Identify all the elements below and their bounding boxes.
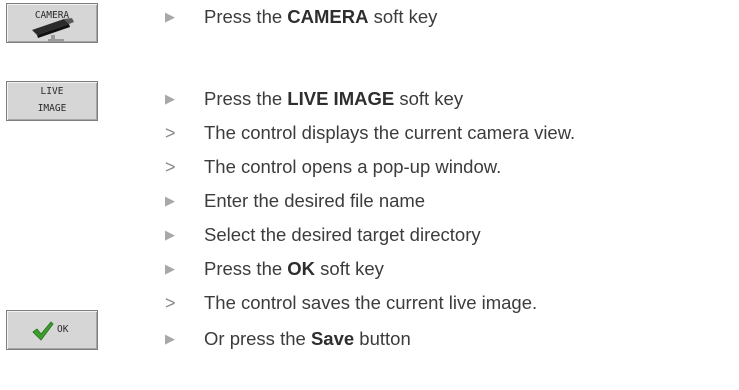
step-text-before: Or press the [204,328,311,349]
step-text-after: soft key [368,6,438,27]
result-marker-icon: > [165,123,176,143]
live-image-softkey-label-line2: IMAGE [37,103,67,114]
camera-softkey[interactable]: CAMERA [6,3,98,43]
live-image-softkey[interactable]: LIVE IMAGE [6,81,98,121]
step-keyword: Save [310,328,355,349]
step-text: Press the LIVE IMAGE soft key [204,84,463,114]
step-text-after: soft key [315,258,384,279]
action-arrow-icon: ▶ [165,331,175,346]
live-image-softkey-label-line1: LIVE [40,86,64,97]
step-text-after: button [354,328,411,349]
step-text-before: Press the [204,88,288,109]
step-keyword: CAMERA [287,6,369,27]
step-text: The control opens a pop-up window. [204,156,502,177]
action-arrow-icon: ▶ [165,9,175,24]
step-text: Or press the Save button [204,324,411,354]
result-marker-icon: > [165,293,176,313]
checkmark-icon [32,321,54,341]
step-text: The control saves the current live image… [204,292,538,313]
action-arrow-icon: ▶ [165,227,175,242]
camera-icon [32,18,74,42]
step-text-before: Press the [204,6,288,27]
step-text-before: Press the [204,258,288,279]
step-text: The control displays the current camera … [204,122,576,143]
step-text: Select the desired target directory [204,224,481,245]
action-arrow-icon: ▶ [165,193,175,208]
step-text-after: soft key [394,88,464,109]
action-arrow-icon: ▶ [165,261,175,276]
step-text: Enter the desired file name [204,190,426,211]
step-keyword: LIVE IMAGE [287,88,395,109]
step-text: Press the OK soft key [204,254,384,284]
step-keyword: OK [287,258,316,279]
step-text: Press the CAMERA soft key [204,2,437,32]
ok-softkey-label: OK [57,324,69,335]
result-marker-icon: > [165,157,176,177]
ok-softkey[interactable]: OK [6,310,98,350]
action-arrow-icon: ▶ [165,91,175,106]
